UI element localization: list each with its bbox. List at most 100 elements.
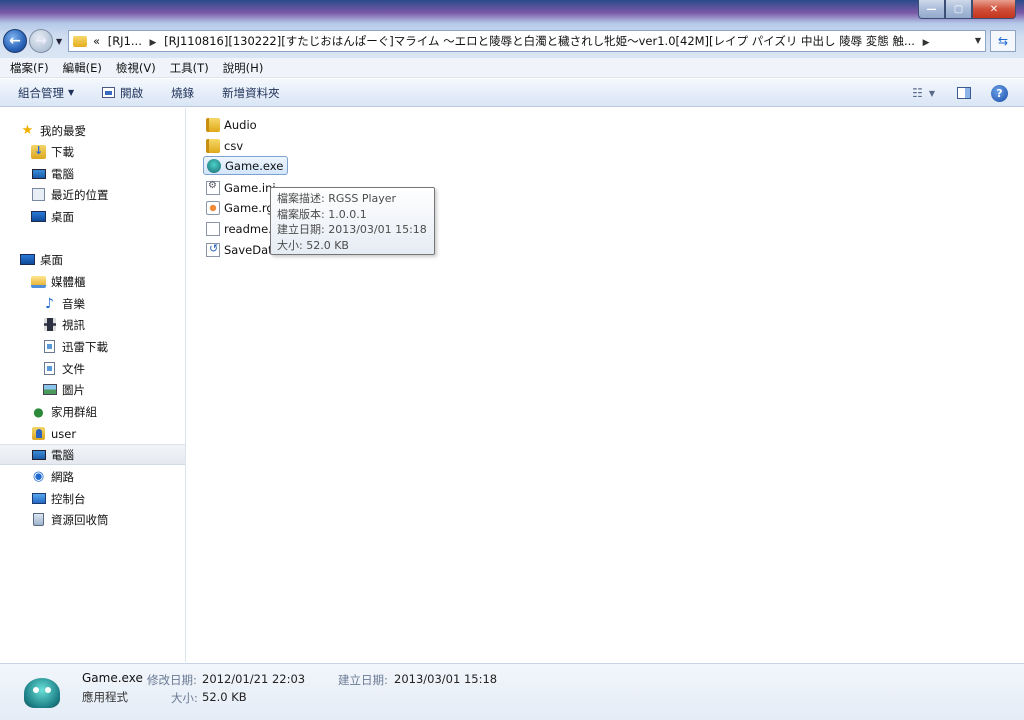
organize-button[interactable]: 組合管理 ▼ (18, 85, 74, 101)
menu-bar: 檔案(F) 編輯(E) 檢視(V) 工具(T) 說明(H) (0, 58, 1024, 78)
navigation-bar: ← → ▼ « [RJ1... ▶ [RJ110816][130222][すたじ… (0, 26, 1024, 56)
burn-button[interactable]: 燒錄 (171, 85, 194, 101)
game-exe-icon (20, 674, 64, 712)
open-icon (102, 87, 116, 98)
menu-file[interactable]: 檔案(F) (10, 60, 49, 76)
nav-label: 網路 (51, 469, 74, 484)
forward-button[interactable]: → (29, 29, 53, 53)
address-segment[interactable]: [RJ110816][130222][すたじおはんぱーぐ]マライム ～エロと陵辱… (164, 34, 915, 48)
nav-label: 控制台 (51, 491, 86, 506)
computer-icon (31, 448, 46, 462)
nav-computer-favorite[interactable]: 電腦 (0, 163, 185, 184)
nav-label: 媒體櫃 (51, 274, 86, 289)
file-item[interactable]: Game.rg (203, 198, 278, 217)
menu-tools[interactable]: 工具(T) (170, 60, 209, 76)
text-file-icon (206, 221, 220, 236)
nav-label: 文件 (62, 361, 85, 376)
nav-downloads[interactable]: 下載 (0, 141, 185, 162)
menu-view[interactable]: 檢視(V) (116, 60, 156, 76)
new-folder-button[interactable]: 新增資料夾 (222, 85, 280, 101)
details-modified-label: 修改日期: (147, 673, 197, 687)
file-name: Game.ini (224, 180, 276, 195)
pictures-icon (42, 383, 57, 397)
nav-control-panel[interactable]: 控制台 (0, 488, 185, 509)
nav-documents[interactable]: 文件 (0, 358, 185, 379)
desktop-icon (20, 253, 35, 267)
nav-homegroup[interactable]: ● 家用群組 (0, 401, 185, 422)
minimize-button[interactable]: — (918, 0, 945, 19)
nav-libraries[interactable]: 媒體櫃 (0, 271, 185, 292)
nav-label: 最近的位置 (51, 187, 109, 202)
menu-edit[interactable]: 編輯(E) (63, 60, 102, 76)
file-item[interactable]: csv (203, 136, 247, 155)
nav-user[interactable]: user (0, 423, 185, 444)
file-item-selected[interactable]: Game.exe (203, 156, 289, 175)
open-label: 開啟 (120, 85, 144, 100)
nav-videos[interactable]: 視訊 (0, 314, 185, 335)
chevron-down-icon: ▼ (68, 88, 75, 97)
file-item[interactable]: Audio (203, 115, 261, 134)
nav-network[interactable]: ◉ 網路 (0, 466, 185, 487)
menu-help[interactable]: 說明(H) (223, 60, 264, 76)
nav-label: 音樂 (62, 296, 85, 311)
file-name: Game.rg (224, 200, 274, 215)
nav-pictures[interactable]: 圖片 (0, 379, 185, 400)
nav-favorites[interactable]: ★ 我的最愛 (0, 120, 185, 141)
nav-desktop[interactable]: 桌面 (0, 249, 185, 270)
folder-icon (73, 35, 87, 47)
nav-label: 家用群組 (51, 404, 97, 419)
window-controls: — ▢ ✕ (918, 0, 1016, 19)
address-overflow[interactable]: « (93, 34, 100, 48)
nav-music[interactable]: ♪ 音樂 (0, 293, 185, 314)
help-icon[interactable]: ? (991, 84, 1008, 102)
nav-computer[interactable]: 電腦 (0, 444, 185, 465)
views-icon[interactable]: ☷ (912, 86, 923, 100)
network-icon: ◉ (32, 469, 45, 484)
maximize-button[interactable]: ▢ (945, 0, 972, 19)
navigation-pane: ★ 我的最愛 下載 電腦 最近的位置 桌面 桌面 媒體櫃 ♪ 音樂 視訊 迅雷下… (0, 108, 186, 662)
address-dropdown-icon[interactable]: ▼ (975, 36, 981, 45)
back-button[interactable]: ← (3, 29, 27, 53)
file-item[interactable]: SaveDat (203, 240, 277, 259)
rgss-archive-icon (206, 200, 220, 215)
star-icon: ★ (21, 123, 34, 138)
address-bar[interactable]: « [RJ1... ▶ [RJ110816][130222][すたじおはんぱーぐ… (68, 30, 986, 52)
file-item[interactable]: readme. (203, 219, 276, 238)
tooltip-description: 檔案描述: RGSS Player (277, 192, 397, 205)
control-panel-icon (31, 492, 46, 506)
preview-pane-icon[interactable] (957, 87, 971, 99)
nav-recent-places[interactable]: 最近的位置 (0, 184, 185, 205)
save-file-icon (206, 242, 220, 257)
chevron-right-icon[interactable]: ▶ (923, 38, 930, 48)
details-size-value: 52.0 KB (202, 690, 247, 704)
nav-recycle-bin[interactable]: 資源回收筒 (0, 509, 185, 530)
file-name: readme. (224, 221, 272, 236)
details-size-label: 大小: (171, 691, 198, 705)
file-info-tooltip: 檔案描述: RGSS Player 檔案版本: 1.0.0.1 建立日期: 20… (270, 187, 435, 255)
open-button[interactable]: 開啟 (102, 85, 143, 101)
address-segment[interactable]: [RJ1... (108, 34, 142, 48)
tooltip-version: 檔案版本: 1.0.0.1 (277, 207, 367, 221)
nav-thunder-downloads[interactable]: 迅雷下載 (0, 336, 185, 357)
close-button[interactable]: ✕ (972, 0, 1016, 19)
game-exe-icon (207, 158, 221, 173)
nav-label: 桌面 (40, 252, 63, 267)
recent-pages-dropdown-icon[interactable]: ▼ (56, 37, 62, 46)
refresh-button[interactable]: ⇆ (990, 30, 1016, 52)
organize-label: 組合管理 (18, 85, 64, 100)
file-item[interactable]: Game.ini (203, 178, 280, 197)
nav-label: 電腦 (51, 447, 74, 462)
window-titlebar: — ▢ ✕ ← → ▼ « [RJ1... ▶ [RJ110816][13022… (0, 0, 1024, 58)
music-icon: ♪ (45, 295, 54, 312)
file-name: Game.exe (225, 158, 284, 173)
views-dropdown-icon[interactable]: ▼ (929, 89, 935, 98)
tooltip-created: 建立日期: 2013/03/01 15:18 (277, 223, 427, 236)
nav-label: 電腦 (51, 166, 74, 181)
nav-label: 資源回收筒 (51, 512, 109, 527)
nav-desktop-favorite[interactable]: 桌面 (0, 206, 185, 227)
chevron-right-icon[interactable]: ▶ (150, 38, 157, 48)
file-name: Audio (224, 117, 257, 132)
file-name: SaveDat (224, 242, 273, 257)
tooltip-size: 大小: 52.0 KB (277, 238, 349, 252)
homegroup-icon: ● (33, 404, 44, 419)
